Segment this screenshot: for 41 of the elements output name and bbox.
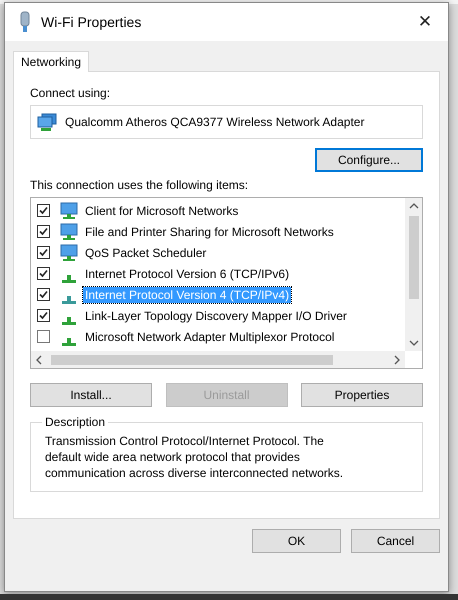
scroll-left-icon[interactable] [35, 354, 43, 364]
dialog-button[interactable]: OK [252, 529, 341, 553]
action-button[interactable]: Install... [30, 383, 152, 407]
scroll-right-icon[interactable] [393, 354, 401, 364]
protocol-icon [62, 338, 76, 346]
horizontal-scrollbar[interactable] [31, 351, 405, 368]
field-label: Connect using: [30, 86, 112, 100]
configure-button[interactable]: Configure... [315, 148, 423, 172]
list-label: This connection uses the following items: [30, 178, 250, 192]
action-button[interactable]: Properties [301, 383, 423, 407]
computer-icon [37, 113, 57, 131]
group-title: Description [44, 415, 106, 429]
dialog-button[interactable]: Cancel [351, 529, 440, 553]
description-text: Transmission Control Protocol/Internet Protocol. The default wide area network protocol that provides communication across diverse interconnected networks. [45, 433, 344, 481]
protocol-icon [62, 274, 76, 282]
window-title: Wi-Fi Properties [41, 14, 142, 30]
checkbox[interactable] [37, 204, 50, 217]
checkbox[interactable] [37, 246, 50, 259]
computer-icon [59, 222, 79, 240]
checkbox[interactable] [37, 288, 50, 301]
computer-icon [59, 244, 79, 262]
scroll-down-icon[interactable] [408, 339, 418, 347]
close-button[interactable]: ✕ [402, 3, 448, 41]
tab[interactable]: Networking [13, 51, 90, 72]
checkbox[interactable] [37, 225, 50, 238]
checkbox[interactable] [37, 267, 50, 280]
list-item[interactable]: File and Printer Sharing for Microsoft Networks [83, 224, 336, 240]
list-item[interactable]: Client for Microsoft Networks [83, 202, 240, 218]
protocol-icon [62, 316, 76, 324]
vertical-scrollbar[interactable] [405, 198, 422, 351]
scroll-up-icon[interactable] [408, 202, 418, 210]
protocol-icon [62, 296, 76, 304]
list-item[interactable]: QoS Packet Scheduler [83, 244, 208, 260]
network-adapter-icon [19, 11, 31, 33]
computer-icon [59, 202, 79, 220]
checkbox[interactable] [37, 330, 50, 343]
adapter-name: Qualcomm Atheros QCA9377 Wireless Network Adapter [65, 115, 364, 129]
list-item[interactable]: Link-Layer Topology Discovery Mapper I/O Driver [83, 308, 349, 324]
list-item[interactable]: Microsoft Network Adapter Multiplexor Protocol [83, 328, 336, 344]
checkbox[interactable] [37, 309, 50, 322]
list-item[interactable]: Internet Protocol Version 6 (TCP/IPv6) [83, 266, 292, 282]
